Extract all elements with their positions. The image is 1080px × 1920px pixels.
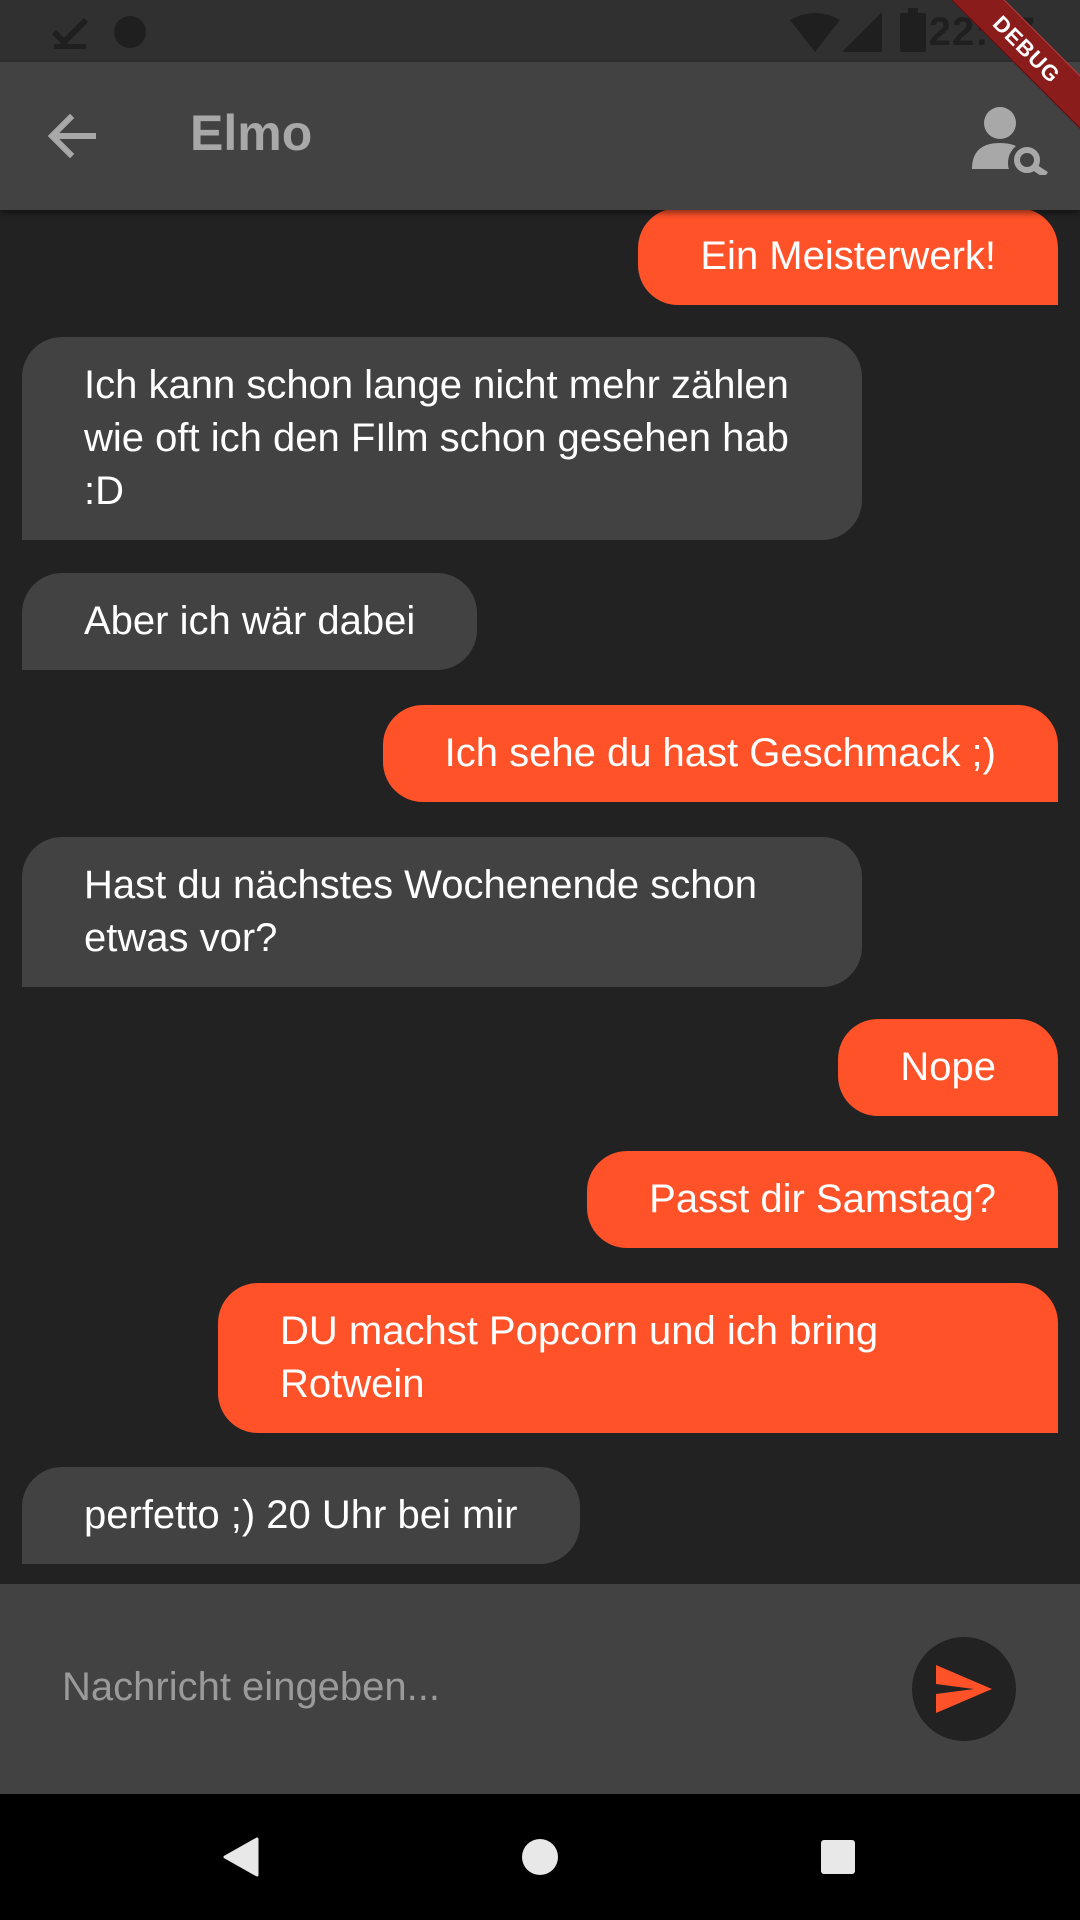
message-incoming: Hast du nächstes Wochenende schon etwas …	[22, 837, 862, 987]
status-bar: 22:47	[0, 0, 1080, 62]
app-bar: Elmo	[0, 62, 1080, 210]
nav-recents-button[interactable]	[803, 1822, 873, 1892]
message-input[interactable]	[62, 1642, 882, 1732]
wifi-icon	[790, 13, 840, 52]
signal-icon	[842, 12, 882, 52]
download-done-icon	[51, 17, 89, 49]
message-incoming: Aber ich wär dabei	[22, 573, 478, 670]
person-search-button[interactable]	[966, 100, 1056, 180]
composer-bar	[0, 1584, 1080, 1794]
back-button[interactable]	[36, 106, 108, 166]
message-outgoing: Ich sehe du hast Geschmack ;)	[382, 705, 1058, 802]
message-outgoing: Ein Meisterwerk!	[638, 210, 1058, 305]
nav-back-button[interactable]	[206, 1822, 276, 1892]
recents-square-icon	[821, 1840, 855, 1874]
home-circle-icon	[522, 1839, 558, 1875]
message-outgoing: DU machst Popcorn und ich bring Rotwein	[218, 1283, 1058, 1433]
arrow-back-icon	[48, 114, 96, 158]
message-outgoing: Nope	[838, 1019, 1058, 1116]
system-navigation-bar	[0, 1794, 1080, 1920]
circle-notification-icon	[114, 16, 146, 48]
message-incoming: Ich kann schon lange nicht mehr zählen w…	[22, 337, 862, 540]
nav-home-button[interactable]	[505, 1822, 575, 1892]
person-search-icon	[972, 107, 1048, 175]
send-icon	[936, 1665, 992, 1713]
chat-partner-name: Elmo	[190, 105, 313, 161]
message-outgoing: Passt dir Samstag?	[587, 1151, 1058, 1248]
back-triangle-icon	[223, 1837, 259, 1877]
message-list[interactable]: Ein Meisterwerk! Ich kann schon lange ni…	[0, 210, 1080, 1584]
send-button[interactable]	[912, 1637, 1016, 1741]
battery-icon	[900, 8, 926, 52]
message-incoming: perfetto ;) 20 Uhr bei mir	[22, 1467, 580, 1564]
